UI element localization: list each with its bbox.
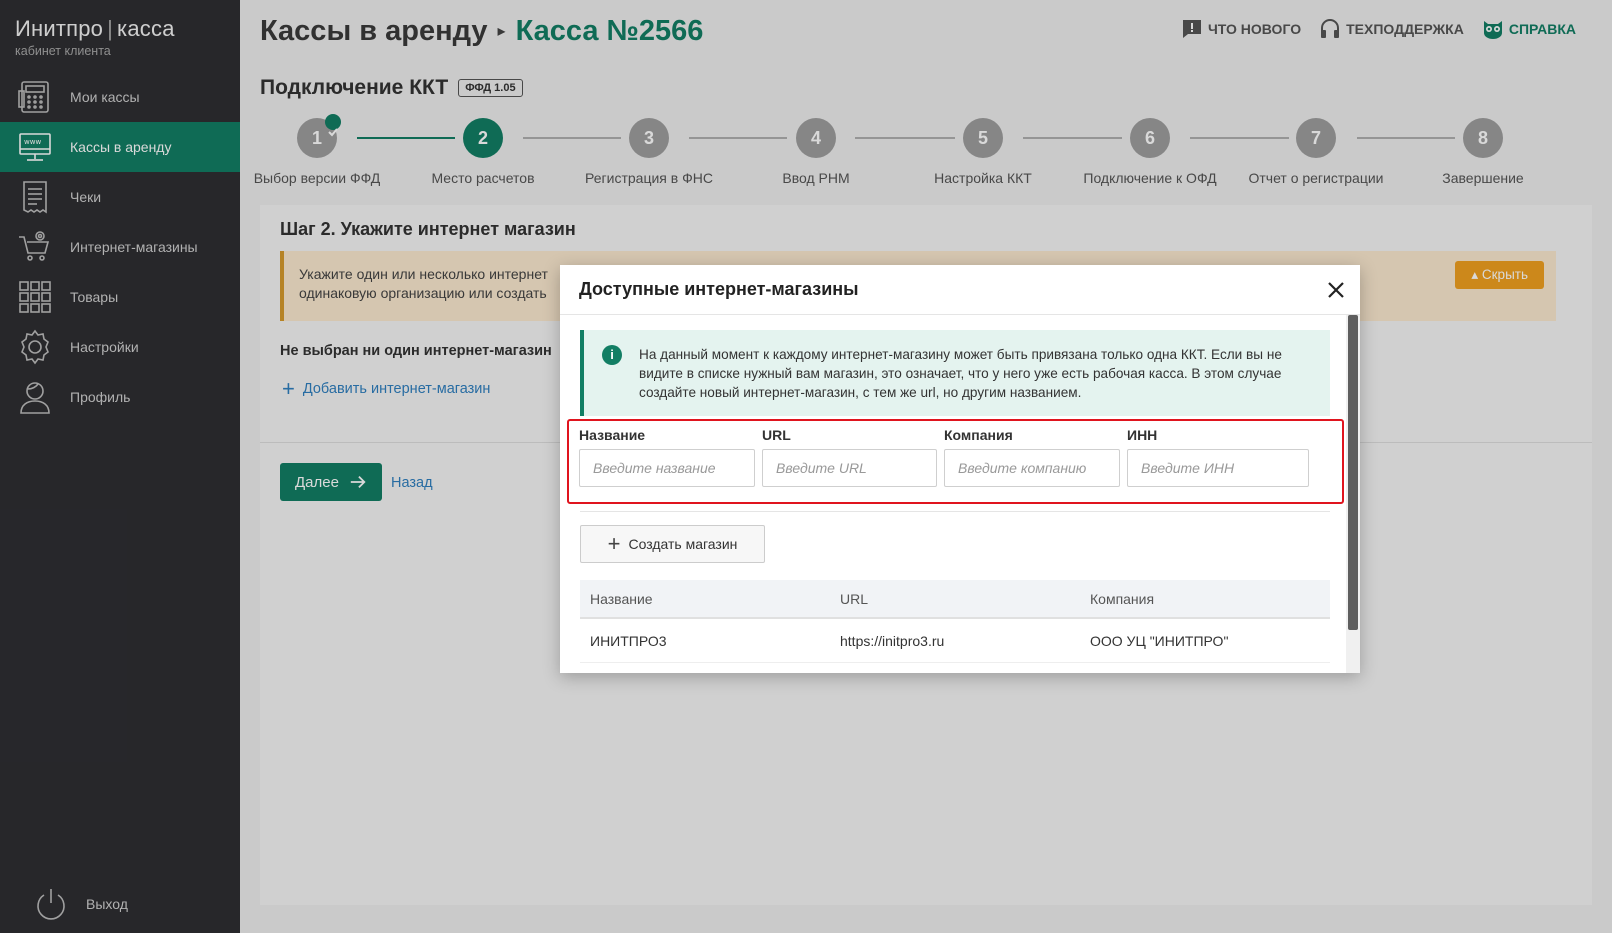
name-filter-input[interactable] xyxy=(579,449,755,487)
column-header-name[interactable]: Название xyxy=(580,591,830,607)
inn-filter: ИНН xyxy=(1127,427,1309,487)
scrollbar-thumb[interactable] xyxy=(1348,315,1358,630)
cell-name: ИНИТПРО3 xyxy=(590,632,667,649)
close-icon[interactable] xyxy=(1324,278,1348,302)
column-header-company[interactable]: Компания xyxy=(1080,591,1330,607)
inn-filter-label: ИНН xyxy=(1127,427,1158,443)
info-alert: i На данный момент к каждому интернет-ма… xyxy=(580,330,1330,416)
cell-url: https://initpro3.ru xyxy=(840,632,945,649)
filter-row: Название URL Компания ИНН xyxy=(567,419,1344,504)
info-icon: i xyxy=(602,345,622,365)
stores-table: Название URL Компания ИНИТПРО3 https://i… xyxy=(580,580,1330,663)
create-store-label: Создать магазин xyxy=(628,536,738,552)
divider xyxy=(580,511,1330,512)
column-header-url[interactable]: URL xyxy=(830,591,1080,607)
info-text: На данный момент к каждому интернет-мага… xyxy=(639,347,1282,400)
stores-modal: Доступные интернет-магазины i На данный … xyxy=(560,265,1360,673)
cell-company: ООО УЦ "ИНИТПРО" xyxy=(1090,632,1229,649)
table-header: Название URL Компания xyxy=(580,580,1330,619)
url-filter-input[interactable] xyxy=(762,449,937,487)
modal-body: i На данный момент к каждому интернет-ма… xyxy=(560,315,1346,673)
inn-filter-input[interactable] xyxy=(1127,449,1309,487)
modal-title: Доступные интернет-магазины xyxy=(579,279,859,299)
create-store-button[interactable]: + Создать магазин xyxy=(580,525,765,563)
url-filter: URL xyxy=(762,427,937,487)
table-row[interactable]: ИНИТПРО3 https://initpro3.ru ООО УЦ "ИНИ… xyxy=(580,619,1330,663)
name-filter: Название xyxy=(579,427,755,487)
modal-header: Доступные интернет-магазины xyxy=(560,265,1360,315)
plus-icon: + xyxy=(607,531,621,556)
company-filter-input[interactable] xyxy=(944,449,1120,487)
name-filter-label: Название xyxy=(579,427,646,443)
company-filter: Компания xyxy=(944,427,1120,487)
url-filter-label: URL xyxy=(762,427,791,443)
company-filter-label: Компания xyxy=(944,427,1013,443)
modal-scrollbar[interactable] xyxy=(1346,315,1360,673)
